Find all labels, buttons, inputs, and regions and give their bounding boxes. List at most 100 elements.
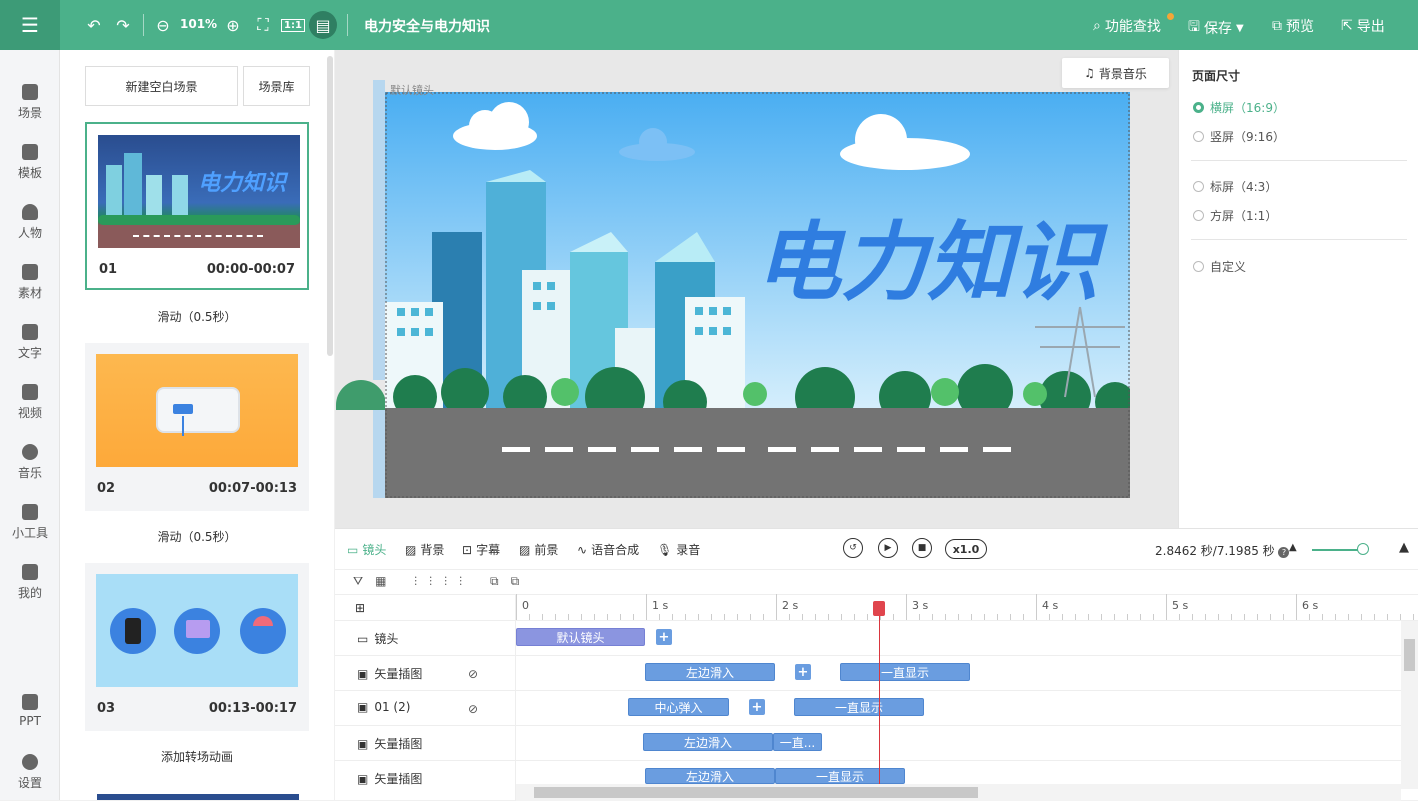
divider <box>335 690 1418 691</box>
redo-icon[interactable]: ↷ <box>111 13 135 37</box>
scene-library-button[interactable]: 场景库 <box>243 66 310 106</box>
replay-button[interactable]: ↺ <box>843 538 863 558</box>
sidebar-item-toolbox[interactable]: 小工具 <box>0 504 60 541</box>
tab-subtitle[interactable]: ⊡ 字幕 <box>462 541 500 558</box>
preview-button[interactable]: ⧉ 预览 <box>1272 16 1314 36</box>
playhead-handle[interactable] <box>873 601 885 616</box>
visibility-hidden-icon[interactable]: ⊘ <box>468 667 478 681</box>
tab-label: 前景 <box>534 543 559 557</box>
tab-record[interactable]: 🎙 录音 <box>657 541 700 558</box>
zoom-out-icon[interactable]: ⊖ <box>151 13 175 37</box>
size-option-9-16[interactable]: 竖屏（9:16） <box>1193 128 1285 145</box>
track-vector-1[interactable]: ▣ 矢量插图 <box>357 665 422 682</box>
size-option-4-3[interactable]: 标屏（4:3） <box>1193 178 1277 195</box>
ruler-label: 0 <box>522 599 529 612</box>
sidebar-item-mine[interactable]: 我的 <box>0 564 60 601</box>
track-vector-2[interactable]: ▣ 矢量插图 <box>357 735 422 752</box>
ruler-label: 2 s <box>782 599 799 612</box>
ppt-icon <box>22 694 38 710</box>
sidebar-item-material[interactable]: 素材 <box>0 264 60 301</box>
slider-handle[interactable] <box>1357 543 1369 555</box>
stage-bleed-left <box>336 380 386 410</box>
export-label: 导出 <box>1356 19 1385 35</box>
size-option-16-9[interactable]: 横屏（16:9） <box>1193 99 1285 116</box>
sidebar-item-music[interactable]: 音乐 <box>0 444 60 481</box>
visibility-hidden-icon[interactable]: ⊘ <box>468 702 478 716</box>
time-ruler[interactable]: 0 1 s 2 s 3 s 4 s 5 s 6 s <box>516 594 1418 620</box>
clip-center-pop[interactable]: 中心弹入 <box>628 698 729 716</box>
tab-tts[interactable]: ∿ 语音合成 <box>577 541 639 558</box>
save-button[interactable]: 🖫 保存 ▼ <box>1188 16 1244 40</box>
radio-icon <box>1193 210 1204 221</box>
clip-always-show[interactable]: 一直显示 <box>775 768 905 784</box>
help-icon[interactable]: ? <box>1278 547 1290 558</box>
scene-card-03[interactable]: 03 00:13-00:17 <box>85 563 309 731</box>
clip-slide-in-left[interactable]: 左边滑入 <box>643 733 773 751</box>
add-transition-label[interactable]: 添加转场动画 <box>85 748 309 765</box>
stop-button[interactable]: ■ <box>912 538 932 558</box>
playhead[interactable] <box>879 601 880 789</box>
preview-label: 预览 <box>1286 19 1314 35</box>
sidebar-item-person[interactable]: 人物 <box>0 204 60 241</box>
ruler-label: 5 s <box>1172 599 1189 612</box>
fullscreen-icon[interactable]: ⛶ <box>251 13 275 37</box>
radio-icon <box>1193 102 1204 113</box>
canvas-stage[interactable]: 电力知识 <box>385 92 1130 498</box>
clip-slide-in-left[interactable]: 左边滑入 <box>645 663 775 681</box>
sidebar-item-template[interactable]: 模板 <box>0 144 60 181</box>
sidebar-item-settings[interactable]: 设置 <box>0 754 60 791</box>
tab-camera[interactable]: ▭ 镜头 <box>347 541 386 558</box>
feature-search-button[interactable]: ⌕ 功能查找 <box>1093 16 1161 36</box>
timeline-tools[interactable]: ⛛▦ ⫶⫶⫶⫶ ⧉⧉ <box>353 574 531 589</box>
scenes-scrollbar[interactable] <box>327 56 333 356</box>
page-size-panel: 页面尺寸 横屏（16:9） 竖屏（9:16） 标屏（4:3） 方屏（1:1） 自… <box>1178 50 1418 528</box>
sidebar-item-ppt[interactable]: PPT <box>0 694 60 728</box>
zoom-level: 101% <box>180 17 218 31</box>
scene-card-04-peek[interactable] <box>97 794 299 800</box>
speed-button[interactable]: x1.0 <box>945 539 987 559</box>
sidebar-item-label: 我的 <box>17 586 42 600</box>
track-vector-3[interactable]: ▣ 矢量插图 <box>357 770 422 787</box>
clip-slide-in-left[interactable]: 左边滑入 <box>645 768 775 784</box>
clip-always-show[interactable]: 一直显示 <box>840 663 970 681</box>
scene-card-01[interactable]: 电力知识 01 00:00-00:07 <box>85 122 309 290</box>
divider <box>1191 239 1407 240</box>
sidebar-item-video[interactable]: 视频 <box>0 384 60 421</box>
page-size-title: 页面尺寸 <box>1192 69 1241 83</box>
export-button[interactable]: ⇱ 导出 <box>1341 16 1385 36</box>
menu-icon[interactable]: ☰ <box>0 0 60 50</box>
add-clip-button[interactable]: + <box>795 664 811 680</box>
undo-icon[interactable]: ↶ <box>82 13 106 37</box>
sidebar-item-text[interactable]: 文字 <box>0 324 60 361</box>
clip-always-show[interactable]: 一直... <box>773 733 822 751</box>
tab-background[interactable]: ▨ 背景 <box>405 541 444 558</box>
time-readout: 2.8462 秒/7.1985 秒 ? <box>1155 542 1290 559</box>
background-music-button[interactable]: ♫ 背景音乐 <box>1062 58 1169 88</box>
actual-size-icon[interactable]: 1:1 <box>281 13 305 37</box>
size-option-1-1[interactable]: 方屏（1:1） <box>1193 207 1277 224</box>
canvas-headline: 电力知识 <box>755 213 1109 313</box>
clip-default-camera[interactable]: 默认镜头 <box>516 628 645 646</box>
vertical-scrollbar[interactable] <box>1401 621 1418 789</box>
zoom-out-mountain-icon[interactable]: ▲ <box>1289 542 1297 553</box>
sidebar-item-scene[interactable]: 场景 <box>0 84 60 121</box>
zoom-in-mountain-icon[interactable]: ▲ <box>1399 540 1409 555</box>
horizontal-scrollbar[interactable] <box>516 784 1401 801</box>
play-button[interactable]: ▶ <box>878 538 898 558</box>
track-01-2[interactable]: ▣ 01 (2) <box>357 700 410 714</box>
add-clip-button[interactable]: + <box>749 699 765 715</box>
notes-icon[interactable]: ▤ <box>309 11 337 39</box>
zoom-in-icon[interactable]: ⊕ <box>221 13 245 37</box>
transition-label[interactable]: 滑动（0.5秒） <box>85 528 309 545</box>
project-title[interactable]: 电力安全与电力知识 <box>364 16 490 36</box>
play-icon: ▶ <box>884 543 892 553</box>
clip-always-show[interactable]: 一直显示 <box>794 698 924 716</box>
size-option-custom[interactable]: 自定义 <box>1193 258 1246 275</box>
add-clip-button[interactable]: + <box>656 629 672 645</box>
track-camera[interactable]: ▭ 镜头 <box>357 630 398 647</box>
new-blank-scene-button[interactable]: 新建空白场景 <box>85 66 238 106</box>
scene-card-02[interactable]: 02 00:07-00:13 <box>85 343 309 511</box>
transition-label[interactable]: 滑动（0.5秒） <box>85 308 309 325</box>
tab-foreground[interactable]: ▨ 前景 <box>519 541 558 558</box>
music-icon <box>22 444 38 460</box>
